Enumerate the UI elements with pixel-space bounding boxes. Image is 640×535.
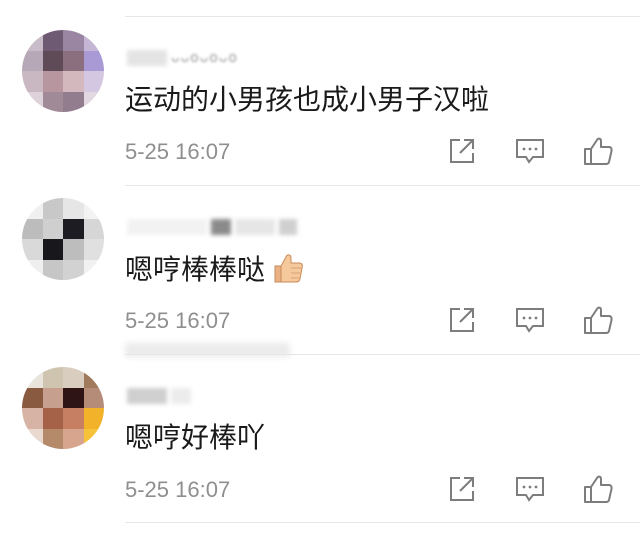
comment-text: 嗯哼棒棒哒 [125, 251, 305, 294]
comment-text: 嗯哼好棒吖 [125, 421, 266, 454]
comment-actions [411, 472, 615, 506]
share-icon[interactable] [445, 472, 479, 506]
comment-actions [411, 303, 615, 337]
divider [125, 185, 640, 186]
share-icon[interactable] [445, 303, 479, 337]
like-icon[interactable] [581, 303, 615, 337]
comment-icon[interactable] [513, 303, 547, 337]
username[interactable] [127, 217, 301, 237]
comment-icon[interactable] [513, 472, 547, 506]
divider [125, 522, 640, 523]
avatar[interactable] [22, 198, 104, 280]
username[interactable] [127, 386, 195, 406]
divider [125, 354, 640, 355]
thumbs-up-emoji-icon [271, 251, 305, 294]
comment-item: 嗯哼好棒吖 5-25 16:07 [0, 0, 640, 503]
comment-timestamp: 5-25 16:07 [125, 308, 231, 333]
like-icon[interactable] [581, 472, 615, 506]
comment-timestamp: 5-25 16:07 [125, 477, 231, 502]
avatar[interactable] [22, 367, 104, 449]
